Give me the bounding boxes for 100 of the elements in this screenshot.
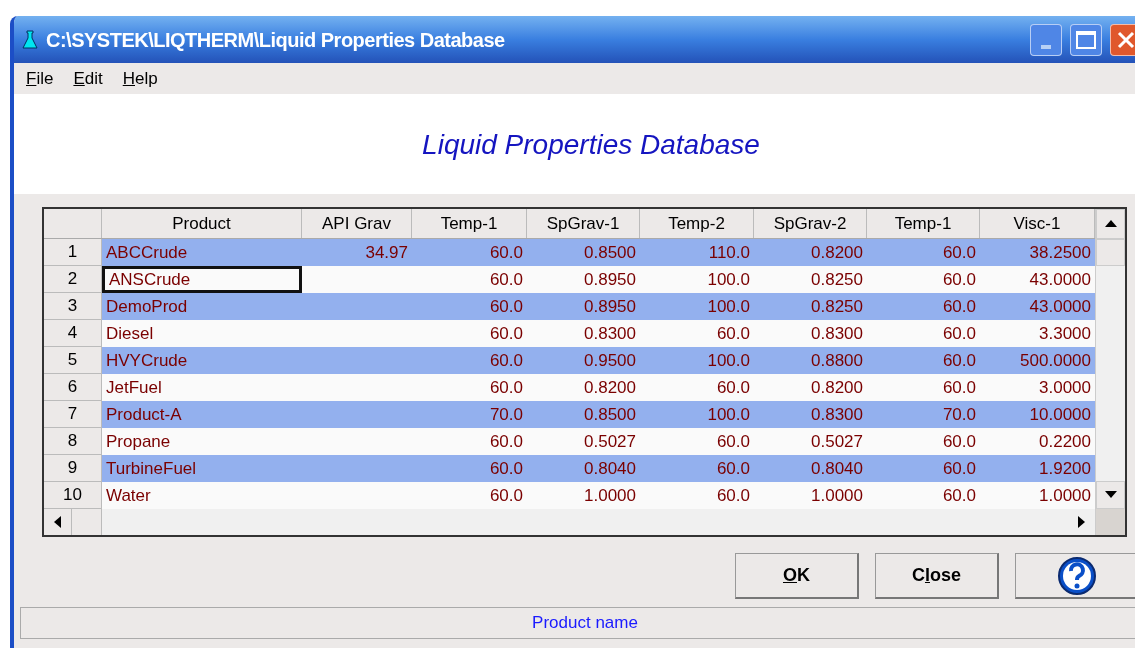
table-cell[interactable]: 0.8300: [527, 320, 640, 347]
table-cell[interactable]: 60.0: [412, 455, 527, 482]
column-header[interactable]: SpGrav-2: [754, 209, 867, 238]
table-cell[interactable]: 70.0: [412, 401, 527, 428]
maximize-button[interactable]: [1070, 23, 1102, 56]
table-cell[interactable]: 0.8200: [754, 374, 867, 401]
table-cell[interactable]: 3.3000: [980, 320, 1095, 347]
table-cell[interactable]: 10.0000: [980, 401, 1095, 428]
table-cell[interactable]: 60.0: [640, 482, 754, 509]
table-cell[interactable]: ANSCrude: [102, 266, 302, 293]
table-cell[interactable]: 43.0000: [980, 266, 1095, 293]
table-cell[interactable]: 60.0: [412, 320, 527, 347]
table-cell[interactable]: 1.0000: [527, 482, 640, 509]
column-header[interactable]: Temp-1: [867, 209, 980, 238]
table-cell[interactable]: Water: [102, 482, 302, 509]
table-cell[interactable]: 100.0: [640, 347, 754, 374]
table-cell[interactable]: 0.2200: [980, 428, 1095, 455]
help-button[interactable]: [1015, 553, 1135, 599]
menu-item[interactable]: Edit: [73, 65, 103, 92]
table-cell[interactable]: 34.97: [302, 239, 412, 266]
row-header[interactable]: 9: [44, 455, 102, 482]
table-cell[interactable]: ABCCrude: [102, 239, 302, 266]
table-cell[interactable]: 100.0: [640, 266, 754, 293]
column-header[interactable]: SpGrav-1: [527, 209, 640, 238]
table-cell[interactable]: 60.0: [412, 374, 527, 401]
table-cell[interactable]: 0.8300: [754, 320, 867, 347]
table-cell[interactable]: 60.0: [867, 482, 980, 509]
table-cell[interactable]: 60.0: [412, 428, 527, 455]
table-cell[interactable]: 0.8200: [754, 239, 867, 266]
table-cell[interactable]: 0.8500: [527, 239, 640, 266]
table-cell[interactable]: 60.0: [412, 482, 527, 509]
table-cell[interactable]: Product-A: [102, 401, 302, 428]
table-cell[interactable]: 0.8040: [527, 455, 640, 482]
column-header[interactable]: Product: [102, 209, 302, 238]
table-cell[interactable]: 1.0000: [754, 482, 867, 509]
table-cell[interactable]: 60.0: [867, 293, 980, 320]
table-cell[interactable]: DemoProd: [102, 293, 302, 320]
table-cell[interactable]: 0.8500: [527, 401, 640, 428]
table-cell[interactable]: 110.0: [640, 239, 754, 266]
table-cell[interactable]: 43.0000: [980, 293, 1095, 320]
column-header[interactable]: Temp-1: [412, 209, 527, 238]
table-cell[interactable]: 60.0: [640, 428, 754, 455]
table-cell[interactable]: 38.2500: [980, 239, 1095, 266]
row-header[interactable]: 5: [44, 347, 102, 374]
table-cell[interactable]: 60.0: [867, 320, 980, 347]
table-cell[interactable]: 0.8250: [754, 266, 867, 293]
close-button[interactable]: [1110, 23, 1135, 56]
row-header[interactable]: 4: [44, 320, 102, 347]
table-cell[interactable]: 0.9500: [527, 347, 640, 374]
table-cell[interactable]: Propane: [102, 428, 302, 455]
table-cell[interactable]: 60.0: [867, 266, 980, 293]
scroll-thumb[interactable]: [1096, 239, 1125, 266]
table-cell[interactable]: 60.0: [640, 455, 754, 482]
table-cell[interactable]: 0.8950: [527, 293, 640, 320]
table-cell[interactable]: 100.0: [640, 293, 754, 320]
table-cell[interactable]: JetFuel: [102, 374, 302, 401]
table-cell[interactable]: 60.0: [412, 239, 527, 266]
row-header[interactable]: 10: [44, 482, 102, 509]
table-cell[interactable]: 60.0: [867, 428, 980, 455]
table-cell[interactable]: 60.0: [412, 293, 527, 320]
table-cell[interactable]: 0.8200: [527, 374, 640, 401]
dialog-button[interactable]: Close: [875, 553, 999, 599]
table-cell[interactable]: 60.0: [412, 347, 527, 374]
table-cell[interactable]: 0.8800: [754, 347, 867, 374]
table-cell[interactable]: 0.8040: [754, 455, 867, 482]
table-cell[interactable]: 60.0: [867, 239, 980, 266]
table-cell[interactable]: Diesel: [102, 320, 302, 347]
dialog-button[interactable]: OK: [735, 553, 859, 599]
table-cell[interactable]: 1.0000: [980, 482, 1095, 509]
row-header[interactable]: 3: [44, 293, 102, 320]
row-header[interactable]: 6: [44, 374, 102, 401]
row-header[interactable]: 2: [44, 266, 102, 293]
table-cell[interactable]: 100.0: [640, 401, 754, 428]
table-cell[interactable]: HVYCrude: [102, 347, 302, 374]
table-cell[interactable]: 70.0: [867, 401, 980, 428]
table-cell[interactable]: 60.0: [867, 374, 980, 401]
table-cell[interactable]: 0.8950: [527, 266, 640, 293]
table-cell[interactable]: 0.5027: [754, 428, 867, 455]
column-header[interactable]: Temp-2: [640, 209, 754, 238]
menu-item[interactable]: File: [26, 65, 54, 92]
table-cell[interactable]: 0.8300: [754, 401, 867, 428]
menu-item[interactable]: Help: [122, 65, 158, 92]
table-cell[interactable]: 1.9200: [980, 455, 1095, 482]
table-cell[interactable]: 0.5027: [527, 428, 640, 455]
table-cell[interactable]: 500.0000: [980, 347, 1095, 374]
table-cell[interactable]: 60.0: [412, 266, 527, 293]
row-header[interactable]: 1: [44, 239, 102, 266]
column-header[interactable]: API Grav: [302, 209, 412, 238]
help-icon: [1056, 555, 1097, 596]
table-cell[interactable]: 60.0: [867, 455, 980, 482]
table-cell[interactable]: 60.0: [640, 320, 754, 347]
table-cell[interactable]: TurbineFuel: [102, 455, 302, 482]
table-cell[interactable]: 60.0: [867, 347, 980, 374]
row-header[interactable]: 7: [44, 401, 102, 428]
table-cell[interactable]: 0.8250: [754, 293, 867, 320]
scroll-up-button[interactable]: [1096, 209, 1125, 239]
row-header[interactable]: 8: [44, 428, 102, 455]
scroll-down-button[interactable]: [1096, 481, 1125, 509]
table-cell[interactable]: 3.0000: [980, 374, 1095, 401]
table-cell[interactable]: 60.0: [640, 374, 754, 401]
